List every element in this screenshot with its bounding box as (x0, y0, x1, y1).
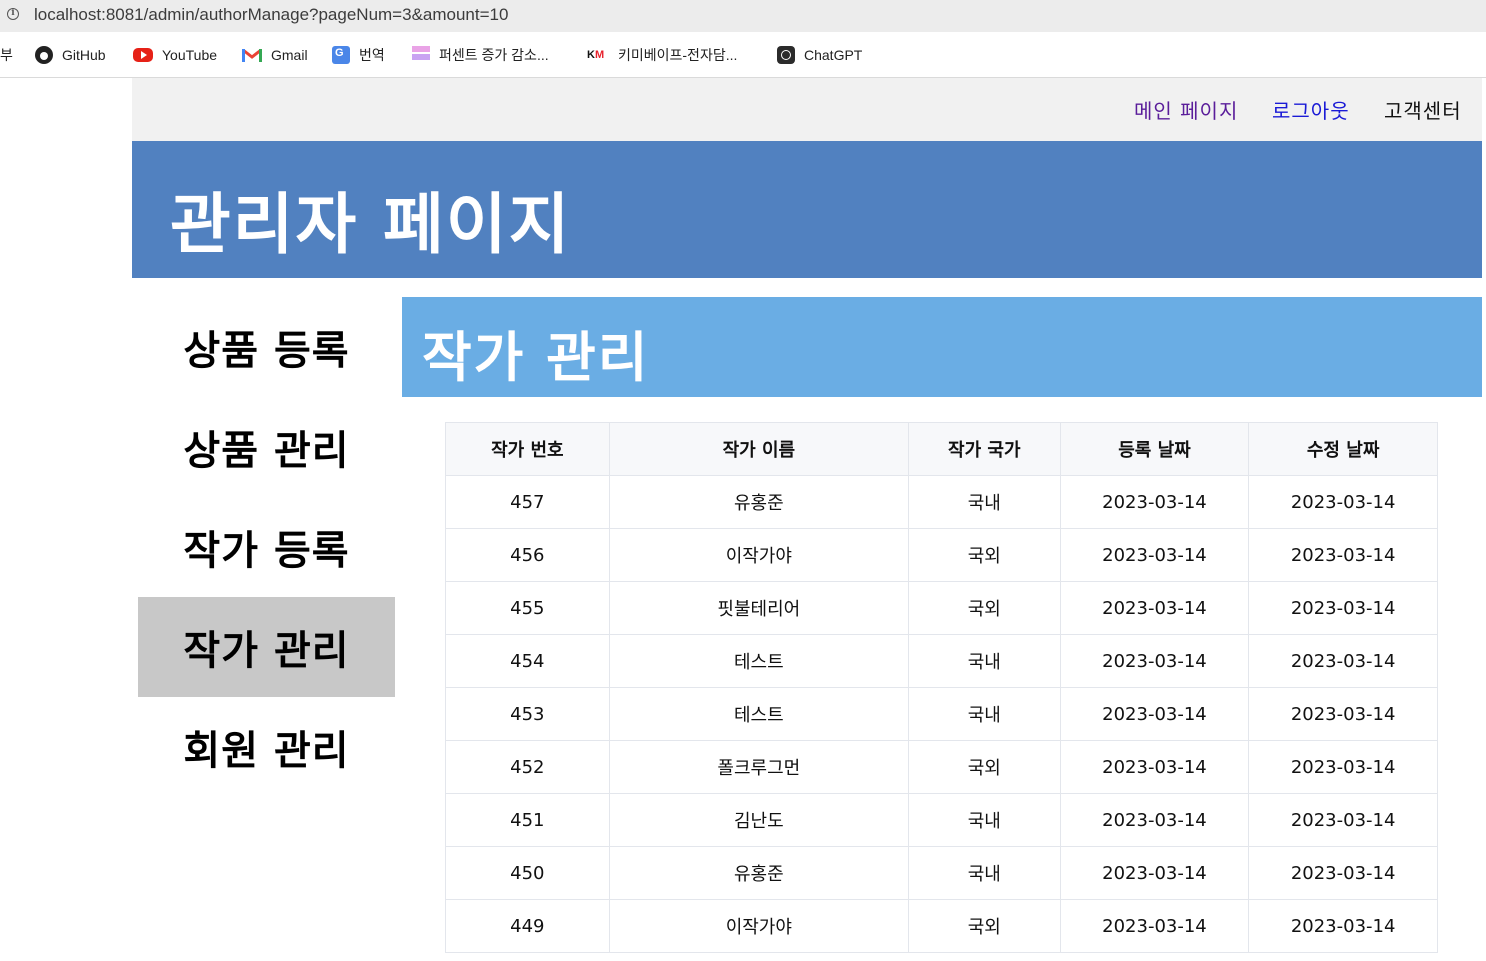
update-date-cell: 2023-03-14 (1248, 793, 1438, 847)
bookmark-truncated[interactable]: 부 (0, 44, 13, 66)
author-name-cell: 핏불테리어 (608, 581, 909, 635)
author-country-cell: 국외 (907, 528, 1061, 582)
logout-link[interactable]: 로그아웃 (1272, 95, 1350, 124)
update-date-cell: 2023-03-14 (1248, 475, 1438, 529)
author-id-cell: 453 (445, 687, 610, 741)
reg-date-cell: 2023-03-14 (1059, 687, 1250, 741)
github-icon (35, 46, 53, 64)
author-country-cell: 국외 (907, 581, 1061, 635)
update-date-cell: 2023-03-14 (1248, 846, 1438, 900)
reg-date-cell: 2023-03-14 (1059, 899, 1250, 953)
update-date-cell: 2023-03-14 (1248, 740, 1438, 794)
update-date-cell: 2023-03-14 (1248, 899, 1438, 953)
update-date-cell: 2023-03-14 (1248, 634, 1438, 688)
sidebar-item-author-register[interactable]: 작가 등록 (138, 497, 395, 597)
author-name-cell: 유홍준 (608, 846, 909, 900)
author-table: 작가 번호 작가 이름 작가 국가 등록 날짜 수정 날짜 457 유홍준 국내 20… (445, 422, 1438, 953)
bookmark-translate[interactable]: 번역 (332, 44, 385, 66)
translate-icon (332, 46, 350, 64)
update-date-cell: 2023-03-14 (1248, 528, 1438, 582)
reg-date-cell: 2023-03-14 (1059, 793, 1250, 847)
author-country-cell: 국외 (907, 740, 1061, 794)
sidebar-item-member-manage[interactable]: 회원 관리 (138, 697, 395, 797)
sidebar-item-product-manage[interactable]: 상품 관리 (138, 397, 395, 497)
column-header-author-id: 작가 번호 (445, 422, 610, 476)
author-country-cell: 국내 (907, 634, 1061, 688)
update-date-cell: 2023-03-14 (1248, 687, 1438, 741)
table-header-row: 작가 번호 작가 이름 작가 국가 등록 날짜 수정 날짜 (445, 422, 1438, 476)
bookmark-youtube[interactable]: YouTube (133, 44, 217, 66)
table-row[interactable]: 454 테스트 국내 2023-03-14 2023-03-14 (445, 634, 1438, 688)
author-id-cell: 454 (445, 634, 610, 688)
top-nav: 메인 페이지 로그아웃 고객센터 (132, 78, 1482, 141)
author-country-cell: 국내 (907, 846, 1061, 900)
author-id-cell: 450 (445, 846, 610, 900)
author-name-cell: 이작가야 (608, 528, 909, 582)
url-text[interactable]: localhost:8081/admin/authorManage?pageNu… (34, 5, 508, 25)
author-id-cell: 451 (445, 793, 610, 847)
percent-icon (412, 46, 430, 64)
update-date-cell: 2023-03-14 (1248, 581, 1438, 635)
address-bar[interactable]: i localhost:8081/admin/authorManage?page… (0, 0, 1486, 32)
bookmark-chatgpt[interactable]: ChatGPT (777, 44, 862, 66)
table-row[interactable]: 449 이작가야 국외 2023-03-14 2023-03-14 (445, 899, 1438, 953)
author-country-cell: 국내 (907, 793, 1061, 847)
km-icon: KM (587, 49, 605, 61)
author-name-cell: 테스트 (608, 634, 909, 688)
table-row[interactable]: 455 핏불테리어 국외 2023-03-14 2023-03-14 (445, 581, 1438, 635)
reg-date-cell: 2023-03-14 (1059, 740, 1250, 794)
chatgpt-icon (777, 46, 795, 64)
author-id-cell: 456 (445, 528, 610, 582)
page-title: 관리자 페이지 (170, 186, 572, 263)
sidebar-item-product-register[interactable]: 상품 등록 (138, 297, 395, 397)
table-row[interactable]: 457 유홍준 국내 2023-03-14 2023-03-14 (445, 475, 1438, 529)
author-id-cell: 452 (445, 740, 610, 794)
content-title-bar: 작가 관리 (402, 297, 1482, 397)
author-name-cell: 테스트 (608, 687, 909, 741)
youtube-icon (133, 48, 153, 62)
author-name-cell: 김난도 (608, 793, 909, 847)
author-name-cell: 이작가야 (608, 899, 909, 953)
info-icon[interactable]: i (7, 8, 19, 20)
reg-date-cell: 2023-03-14 (1059, 475, 1250, 529)
author-country-cell: 국내 (907, 687, 1061, 741)
reg-date-cell: 2023-03-14 (1059, 846, 1250, 900)
page-header: 관리자 페이지 (132, 141, 1482, 278)
column-header-reg-date: 등록 날짜 (1059, 422, 1250, 476)
reg-date-cell: 2023-03-14 (1059, 581, 1250, 635)
reg-date-cell: 2023-03-14 (1059, 634, 1250, 688)
author-name-cell: 폴크루그먼 (608, 740, 909, 794)
bookmark-km[interactable]: KM 키미베이프-전자담... (587, 44, 737, 66)
author-name-cell: 유홍준 (608, 475, 909, 529)
table-row[interactable]: 456 이작가야 국외 2023-03-14 2023-03-14 (445, 528, 1438, 582)
table-body: 457 유홍준 국내 2023-03-14 2023-03-14 456 이작가야 국외 202… (445, 475, 1438, 953)
author-id-cell: 449 (445, 899, 610, 953)
customer-center-link[interactable]: 고객센터 (1384, 95, 1462, 124)
bookmark-percent[interactable]: 퍼센트 증가 감소... (412, 44, 549, 66)
author-country-cell: 국외 (907, 899, 1061, 953)
content-title: 작가 관리 (422, 326, 650, 389)
column-header-author-country: 작가 국가 (907, 422, 1061, 476)
bookmark-gmail[interactable]: Gmail (242, 44, 308, 66)
column-header-update-date: 수정 날짜 (1248, 422, 1438, 476)
author-country-cell: 국내 (907, 475, 1061, 529)
bookmark-github[interactable]: GitHub (35, 44, 106, 66)
main-page-link[interactable]: 메인 페이지 (1134, 95, 1238, 124)
table-row[interactable]: 450 유홍준 국내 2023-03-14 2023-03-14 (445, 846, 1438, 900)
bookmarks-bar: 부 GitHub YouTube Gmail 번역 퍼센트 증가 감소... K… (0, 32, 1486, 78)
column-header-author-name: 작가 이름 (608, 422, 909, 476)
table-row[interactable]: 451 김난도 국내 2023-03-14 2023-03-14 (445, 793, 1438, 847)
author-id-cell: 457 (445, 475, 610, 529)
gmail-icon (242, 47, 262, 63)
author-id-cell: 455 (445, 581, 610, 635)
table-row[interactable]: 452 폴크루그먼 국외 2023-03-14 2023-03-14 (445, 740, 1438, 794)
table-row[interactable]: 453 테스트 국내 2023-03-14 2023-03-14 (445, 687, 1438, 741)
reg-date-cell: 2023-03-14 (1059, 528, 1250, 582)
sidebar-item-author-manage[interactable]: 작가 관리 (138, 597, 395, 697)
